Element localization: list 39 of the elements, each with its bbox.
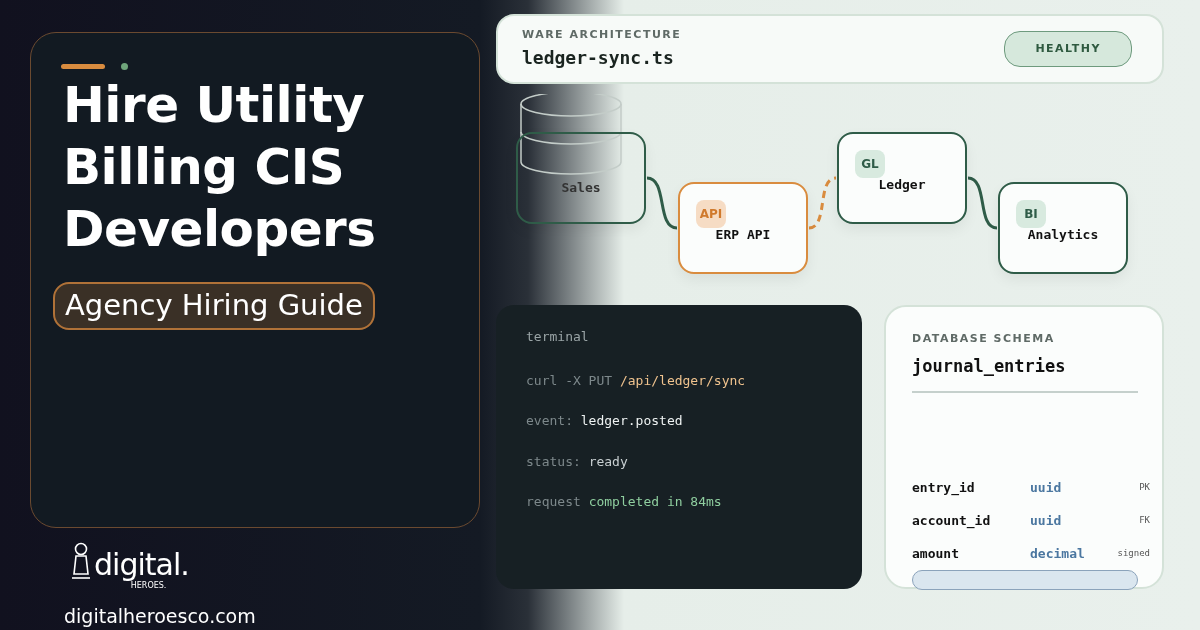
terminal-title: terminal bbox=[526, 328, 590, 346]
field-key: PK bbox=[1139, 480, 1150, 495]
command-value: /api/ledger/sync bbox=[619, 372, 746, 388]
command-key: event: bbox=[526, 413, 573, 428]
field-name: account_id bbox=[912, 511, 992, 531]
node-badge: BI bbox=[1016, 200, 1046, 228]
command-key: status: bbox=[526, 453, 581, 469]
hero-title: Hire Utility Billing CIS Developers bbox=[63, 75, 377, 260]
command-value: ledger.posted bbox=[580, 413, 683, 428]
status-badge: HEALTHY bbox=[1004, 30, 1132, 68]
table-name: journal_entries bbox=[912, 353, 1138, 393]
node-label: Sales bbox=[561, 179, 601, 198]
command-key: request bbox=[526, 494, 581, 509]
command-value: completed in 84ms bbox=[588, 494, 722, 509]
command-value: ready bbox=[588, 453, 628, 469]
node-label: ERP API bbox=[715, 226, 771, 245]
accent-dot bbox=[121, 63, 128, 70]
field-key: FK bbox=[1139, 513, 1150, 528]
logo-subtext: HEROES. bbox=[130, 580, 167, 592]
field-name: entry_id bbox=[912, 478, 976, 498]
field-type: uuid bbox=[1030, 511, 1063, 530]
field-name: amount bbox=[912, 544, 960, 563]
database-icon bbox=[520, 94, 622, 175]
file-name: ledger-sync.ts bbox=[522, 45, 675, 70]
node-label: Ledger bbox=[878, 176, 926, 195]
node-badge: GL bbox=[855, 150, 885, 178]
field-key: signed bbox=[1117, 546, 1150, 561]
node-badge: API bbox=[696, 200, 726, 228]
node-label: Analytics bbox=[1027, 226, 1099, 245]
field-type: decimal bbox=[1030, 544, 1086, 563]
field-type: uuid bbox=[1030, 478, 1063, 497]
guide-tag: Agency Hiring Guide bbox=[53, 282, 375, 330]
command-key: curl -X PUT bbox=[526, 372, 613, 388]
website-url: digitalheroesco.com bbox=[64, 603, 257, 629]
section-label: WARE ARCHITECTURE bbox=[522, 27, 682, 44]
logo-text: digital. bbox=[94, 549, 189, 580]
accent-line bbox=[61, 64, 105, 69]
figure-icon bbox=[70, 541, 92, 580]
section-label: DATABASE SCHEMA bbox=[912, 331, 1056, 347]
